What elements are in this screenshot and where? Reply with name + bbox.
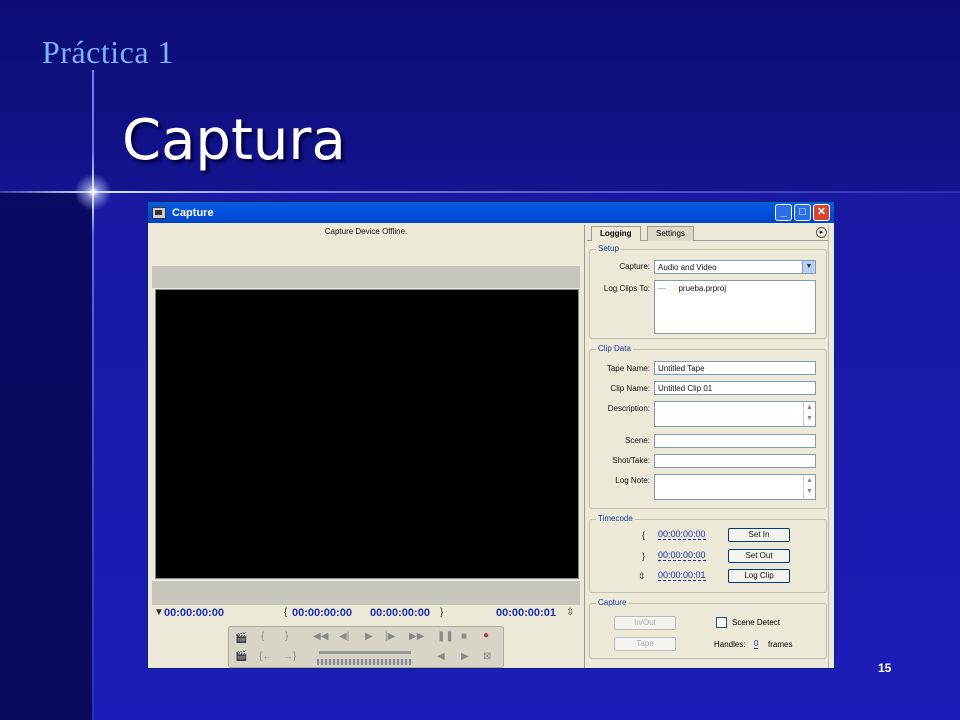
timecode-out-value[interactable]: 00:00:00:00: [658, 550, 706, 561]
panel-scrollbar[interactable]: [828, 225, 834, 668]
in-point-icon: {: [642, 530, 646, 540]
capture-group: Capture In/Out Tape Scene Detect Handles…: [589, 598, 827, 659]
setup-group: Setup Capture: Audio and Video ▼ Log Cli…: [589, 244, 827, 339]
step-forward-icon[interactable]: |▶: [385, 631, 395, 642]
set-out-button[interactable]: Set Out: [728, 549, 790, 563]
capture-app-icon: [152, 206, 166, 219]
log-clip-clapper-icon[interactable]: 🎬: [235, 651, 247, 662]
log-clips-to-tree[interactable]: — 🗀 prueba.prproj: [654, 280, 816, 334]
set-in-point-icon[interactable]: {: [261, 631, 264, 642]
description-label: Description:: [607, 404, 650, 413]
folder-icon: 🗀: [668, 284, 677, 293]
slow-play-icon[interactable]: ▶: [461, 651, 469, 662]
shuttle-slider[interactable]: [319, 651, 411, 654]
in-point-timecode[interactable]: 00:00:00:00: [292, 607, 352, 619]
scene-label: Scene:: [625, 436, 650, 445]
out-point-icon: }: [642, 551, 646, 561]
log-note-label: Log Note:: [615, 476, 650, 485]
capture-mode-select[interactable]: Audio and Video ▼: [654, 260, 816, 274]
window-title: Capture: [172, 206, 214, 219]
go-to-in-icon[interactable]: {←: [259, 651, 272, 662]
duration-icon: ⇳: [566, 607, 575, 618]
monitor-bottom-band: [152, 581, 580, 605]
capture-window: Capture _ □ ✕ Capture Device Offline. ▼ …: [147, 201, 835, 669]
go-to-out-icon[interactable]: →}: [283, 651, 296, 662]
frames-label: frames: [768, 640, 793, 649]
timecode-in-value[interactable]: 00:00:00:00: [658, 529, 706, 540]
current-time-marker-icon: ▼: [154, 607, 164, 618]
step-back-icon[interactable]: ◀|: [339, 631, 349, 642]
slide-title: Captura: [122, 108, 346, 173]
description-textarea[interactable]: ▲ ▼: [654, 401, 816, 427]
slide-kicker: Práctica 1: [42, 34, 175, 70]
out-point-icon: }: [440, 607, 444, 618]
stop-icon[interactable]: ■: [461, 631, 467, 642]
window-titlebar[interactable]: Capture _ □ ✕: [148, 202, 834, 223]
scene-input[interactable]: [654, 434, 816, 448]
tab-logging[interactable]: Logging: [591, 226, 641, 241]
capture-tape-button[interactable]: Tape: [614, 637, 676, 651]
project-file-name[interactable]: prueba.prproj: [678, 284, 726, 293]
log-clip-button[interactable]: Log Clip: [728, 569, 790, 583]
tree-connector: —: [658, 284, 666, 293]
current-timecode[interactable]: 00:00:00:00: [164, 607, 224, 619]
monitor-top-band: [152, 266, 580, 288]
tape-name-input[interactable]: Untitled Tape: [654, 361, 816, 375]
transport-controls: 🎬 { } ◀◀ ◀| ▶ |▶ ▶▶ ❚❚ ■ ● 🎬 {← →} ◀ ▶ ⊠: [228, 626, 504, 668]
timecode-duration-value[interactable]: 00:00:00:01: [658, 570, 706, 581]
timecode-group-label: Timecode: [596, 514, 635, 523]
page-number: 15: [878, 661, 892, 675]
scene-search-icon[interactable]: ⊠: [483, 651, 491, 662]
duration-icon: ⇳: [638, 571, 646, 581]
rewind-icon[interactable]: ◀◀: [313, 631, 328, 642]
jog-wheel[interactable]: [317, 659, 413, 665]
tape-name-label: Tape Name:: [606, 364, 650, 373]
duration-timecode[interactable]: 00:00:00:01: [496, 607, 556, 619]
scene-detect-checkbox[interactable]: [716, 617, 727, 628]
set-in-button[interactable]: Set In: [728, 528, 790, 542]
set-out-point-icon[interactable]: }: [285, 631, 288, 642]
clip-name-input[interactable]: Untitled Clip 01: [654, 381, 816, 395]
fast-forward-icon[interactable]: ▶▶: [409, 631, 424, 642]
set-in-clapper-icon[interactable]: 🎬: [235, 633, 247, 644]
log-note-textarea[interactable]: ▲ ▼: [654, 474, 816, 500]
slow-reverse-icon[interactable]: ◀: [437, 651, 445, 662]
clip-name-label: Clip Name:: [610, 384, 650, 393]
timecode-row: ▼ 00:00:00:00 { 00:00:00:00 00:00:00:00 …: [152, 605, 580, 623]
record-icon[interactable]: ●: [483, 630, 489, 641]
clip-data-group-label: Clip Data: [596, 344, 633, 353]
minimize-button[interactable]: _: [775, 204, 792, 221]
capture-in-out-button[interactable]: In/Out: [614, 616, 676, 630]
panel-tabs: Logging Settings ▸: [587, 225, 831, 241]
log-clips-to-label: Log Clips To:: [603, 284, 650, 293]
decorative-horizontal-line: [0, 191, 960, 193]
capture-mode-value: Audio and Video: [658, 263, 717, 272]
capture-monitor: Capture Device Offline. ▼ 00:00:00:00 { …: [152, 225, 580, 668]
decorative-star-flare: [71, 170, 115, 214]
capture-settings-panel: Logging Settings ▸ Setup Capture: Audio …: [584, 225, 832, 668]
description-scroll-arrows-icon[interactable]: ▲ ▼: [803, 402, 815, 426]
video-preview: [155, 289, 579, 579]
pause-icon[interactable]: ❚❚: [437, 631, 454, 642]
tab-settings[interactable]: Settings: [647, 226, 694, 241]
handles-label: Handles:: [714, 640, 746, 649]
setup-group-label: Setup: [596, 244, 621, 253]
maximize-button[interactable]: □: [794, 204, 811, 221]
timecode-group: Timecode { 00:00:00:00 Set In } 00:00:00…: [589, 514, 827, 593]
play-icon[interactable]: ▶: [365, 631, 373, 642]
clip-data-group: Clip Data Tape Name: Untitled Tape Clip …: [589, 344, 827, 509]
scene-detect-label: Scene Detect: [732, 618, 781, 627]
shot-take-input[interactable]: [654, 454, 816, 468]
capture-label: Capture:: [619, 262, 650, 271]
panel-menu-icon[interactable]: ▸: [816, 227, 827, 238]
capture-group-label: Capture: [596, 598, 629, 607]
device-status-text: Capture Device Offline.: [324, 227, 408, 236]
shot-take-label: Shot/Take:: [612, 456, 650, 465]
handles-value[interactable]: 0: [754, 639, 759, 649]
close-button[interactable]: ✕: [813, 204, 830, 221]
log-note-scroll-arrows-icon[interactable]: ▲ ▼: [803, 475, 815, 499]
out-point-timecode[interactable]: 00:00:00:00: [370, 607, 430, 619]
chevron-down-icon[interactable]: ▼: [802, 261, 815, 273]
in-point-icon: {: [284, 607, 288, 618]
